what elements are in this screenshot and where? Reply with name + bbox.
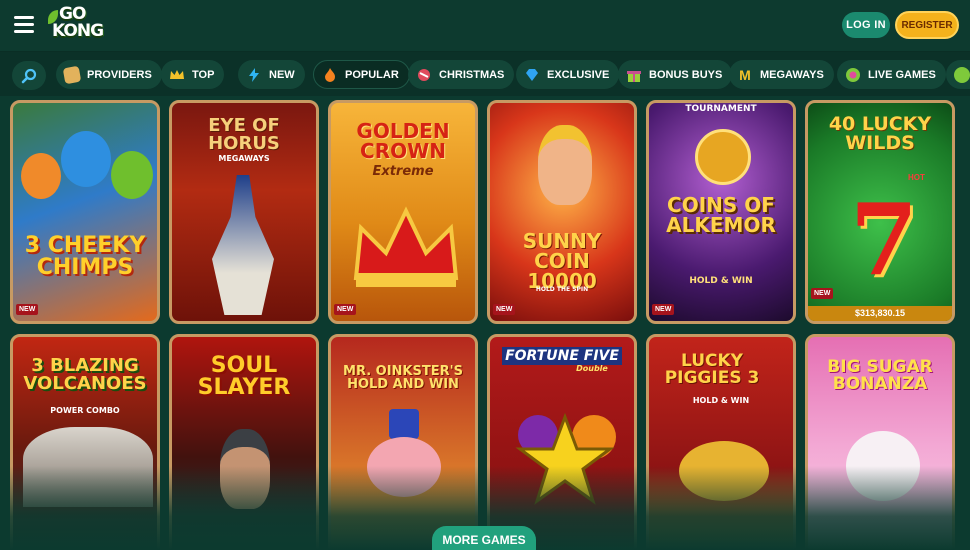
monkey-left-art — [21, 153, 61, 199]
search-icon — [21, 68, 37, 83]
logo-text-bottom: KONG — [52, 21, 104, 41]
diamond-icon — [526, 68, 538, 81]
game-title: 3 CHEEKY CHIMPS — [24, 233, 146, 280]
fluffy-creature-art — [846, 431, 920, 501]
game-tile-mr-oinksters[interactable]: MR. OINKSTER'S HOLD AND WIN — [328, 334, 478, 550]
more-category-icon — [954, 66, 970, 83]
game-tile-fortune-five[interactable]: FORTUNE FIVE Double — [487, 334, 637, 550]
new-badge: NEW — [652, 304, 675, 315]
game-title: 40 LUCKY WILDS — [828, 113, 932, 154]
monkey-right-art — [111, 151, 153, 199]
slayer-character-art — [220, 429, 270, 509]
star-art — [515, 412, 616, 505]
game-tile-big-sugar-bonanza[interactable]: BIG SUGAR BONANZA — [805, 334, 955, 550]
game-title: FORTUNE FIVE — [502, 347, 622, 365]
register-button[interactable]: REGISTER — [895, 11, 959, 39]
crown-art — [353, 206, 459, 287]
category-providers[interactable]: PROVIDERS — [56, 60, 162, 89]
category-bar: PROVIDERS TOP NEW POPULAR CHRISTMAS EXCL… — [0, 52, 970, 96]
seven-art: 7 — [849, 183, 919, 298]
category-label: PROVIDERS — [87, 68, 152, 81]
category-label: NEW — [269, 68, 295, 81]
game-subtitle: POWER COMBO — [50, 406, 120, 415]
megaways-icon: M — [739, 66, 751, 83]
game-tile-golden-crown[interactable]: GOLDEN CROWN Extreme NEW — [328, 100, 478, 324]
category-exclusive[interactable]: EXCLUSIVE — [516, 60, 620, 89]
game-tile-3-blazing-volcanoes[interactable]: 3 BLAZING VOLCANOES POWER COMBO — [10, 334, 160, 550]
header: GO KONG LOG IN REGISTER — [0, 0, 970, 52]
category-label: BONUS BUYS — [649, 68, 723, 81]
game-tile-lucky-piggies-3[interactable]: LUCKY PIGGIES 3 HOLD & WIN — [646, 334, 796, 550]
game-title: LUCKY PIGGIES 3 — [664, 351, 760, 388]
category-new[interactable]: NEW — [238, 60, 305, 89]
game-subtitle: MEGAWAYS — [218, 154, 270, 163]
lightning-icon — [249, 67, 259, 82]
monkey-center-art — [61, 131, 111, 187]
crown-icon — [170, 69, 184, 79]
game-tile-40-lucky-wilds[interactable]: 40 LUCKY WILDS HOT 7 NEW $313,830.15 — [805, 100, 955, 324]
category-label: CHRISTMAS — [439, 68, 505, 81]
chip-icon — [846, 67, 860, 82]
game-title: BIG SUGAR BONANZA — [827, 357, 933, 394]
logo[interactable]: GO KONG — [48, 6, 106, 46]
game-title: MR. OINKSTER'S HOLD AND WIN — [343, 364, 463, 392]
game-title: COINS OF ALKEMOR — [666, 193, 776, 237]
game-title: SOUL SLAYER — [197, 353, 291, 400]
category-live-games[interactable]: LIVE GAMES — [837, 60, 946, 89]
game-tile-soul-slayer[interactable]: SOUL SLAYER — [169, 334, 319, 550]
fire-icon — [325, 67, 335, 82]
hot-tag: HOT — [908, 173, 925, 182]
game-tile-eye-of-horus[interactable]: EYE OF HORUS MEGAWAYS — [169, 100, 319, 324]
game-subtitle: HOLD THE SPIN — [535, 286, 589, 293]
search-button[interactable] — [12, 61, 46, 90]
smoke-art — [23, 427, 153, 507]
top-hat-art — [389, 409, 419, 439]
category-label: POPULAR — [345, 68, 399, 81]
goddess-art — [538, 125, 592, 205]
category-popular[interactable]: POPULAR — [313, 60, 410, 89]
coin-art — [695, 129, 751, 185]
category-megaways[interactable]: M MEGAWAYS — [729, 60, 834, 89]
gold-pig-art — [679, 441, 769, 501]
game-subtitle: HOLD & WIN — [689, 276, 753, 286]
game-tile-coins-of-alkemor[interactable]: TOURNAMENT COINS OF ALKEMOR HOLD & WIN N… — [646, 100, 796, 324]
gift-icon — [627, 70, 641, 82]
jackpot-amount: $313,830.15 — [808, 306, 952, 321]
game-title: EYE OF HORUS — [208, 115, 280, 154]
game-title: 3 BLAZING VOLCANOES — [23, 355, 147, 394]
game-tile-3-cheeky-chimps[interactable]: 3 CHEEKY CHIMPS NEW — [10, 100, 160, 324]
category-label: LIVE GAMES — [868, 68, 936, 81]
game-title: SUNNY COIN 10000 — [522, 229, 602, 293]
menu-icon[interactable] — [14, 16, 34, 33]
game-grid: 3 CHEEKY CHIMPS NEW EYE OF HORUS MEGAWAY… — [0, 96, 970, 550]
category-christmas[interactable]: CHRISTMAS — [408, 60, 515, 89]
game-subtitle: HOLD & WIN — [692, 396, 750, 405]
new-badge: NEW — [16, 304, 39, 315]
candy-icon — [418, 68, 430, 81]
category-top[interactable]: TOP — [161, 60, 225, 89]
game-subtitle: Extreme — [372, 164, 434, 179]
category-label: EXCLUSIVE — [547, 68, 610, 81]
game-tile-sunny-coin[interactable]: SUNNY COIN 10000 HOLD THE SPIN NEW — [487, 100, 637, 324]
game-title: GOLDEN CROWN — [356, 119, 450, 163]
game-subtitle: Double — [576, 364, 608, 373]
category-more[interactable] — [946, 60, 970, 89]
category-label: TOP — [192, 68, 215, 81]
new-badge: NEW — [493, 304, 516, 315]
new-badge: NEW — [334, 304, 357, 315]
category-label: MEGAWAYS — [760, 68, 824, 81]
new-badge: NEW — [811, 288, 834, 299]
more-games-button[interactable]: MORE GAMES — [432, 526, 536, 550]
login-button[interactable]: LOG IN — [842, 12, 890, 38]
category-bonus-buys[interactable]: BONUS BUYS — [618, 60, 733, 89]
horus-figure-art — [212, 175, 274, 315]
tournament-label: TOURNAMENT — [685, 104, 757, 114]
pig-art — [367, 437, 441, 497]
scroll-icon — [62, 65, 82, 84]
